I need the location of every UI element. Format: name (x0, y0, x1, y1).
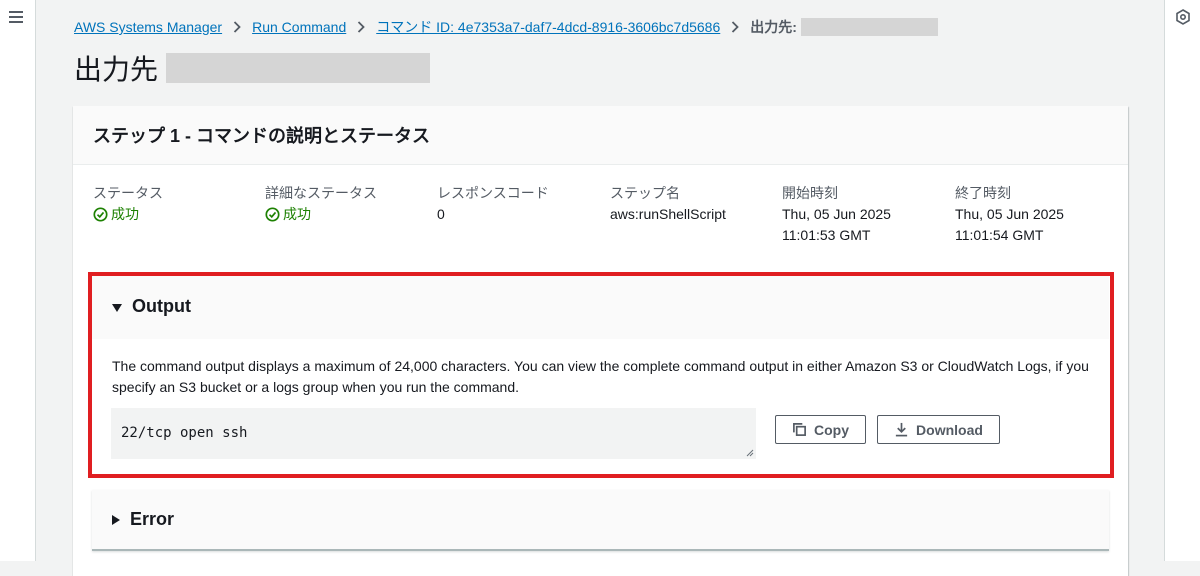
caret-right-icon (112, 509, 120, 530)
detail-value: aws:runShellScript (610, 206, 726, 222)
breadcrumb-command-id[interactable]: コマンド ID: 4e7353a7-daf7-4dcd-8916-3606bc7… (376, 17, 720, 37)
detail-value-time: 11:01:54 GMT (955, 227, 1044, 243)
output-panel: Output The command output displays a max… (92, 272, 1109, 471)
output-content: 22/tcp open ssh (121, 425, 248, 441)
output-toggle[interactable]: Output (92, 273, 1109, 339)
redacted-block (166, 53, 431, 83)
check-circle-icon (93, 207, 108, 222)
detail-start-time: 開始時刻 Thu, 05 Jun 2025 11:01:53 GMT (782, 183, 891, 246)
breadcrumb-current: 出力先: (750, 19, 797, 35)
copy-icon (793, 423, 806, 436)
error-title: Error (130, 509, 175, 529)
right-rail (1164, 0, 1200, 561)
step-details: ステータス 成功 詳細なステータス 成功 レスポンスコード 0 ステップ名 aw… (73, 165, 1128, 265)
status-value: 成功 (265, 204, 377, 225)
detail-label: レスポンスコード (437, 185, 549, 201)
page-title-text: 出力先 (74, 54, 159, 85)
status-text: 成功 (283, 206, 311, 222)
detail-value: Thu, 05 Jun 2025 (955, 206, 1064, 222)
page-title: 出力先 (74, 52, 431, 85)
chevron-right-icon (731, 21, 740, 33)
breadcrumb-systems-manager[interactable]: AWS Systems Manager (74, 19, 222, 35)
redacted-block (800, 18, 938, 36)
status-text: 成功 (111, 206, 139, 222)
detail-end-time: 終了時刻 Thu, 05 Jun 2025 11:01:54 GMT (955, 183, 1064, 246)
download-label: Download (916, 421, 983, 438)
detail-label: 開始時刻 (782, 185, 838, 201)
check-circle-icon (265, 207, 280, 222)
output-description: The command output displays a maximum of… (112, 358, 1089, 395)
copy-label: Copy (814, 421, 849, 438)
chevron-right-icon (233, 21, 241, 33)
download-icon (895, 422, 908, 437)
left-rail (0, 0, 36, 561)
status-value: 成功 (93, 204, 163, 225)
detail-value: Thu, 05 Jun 2025 (782, 206, 891, 222)
output-textarea[interactable]: 22/tcp open ssh (111, 408, 756, 459)
breadcrumb-run-command[interactable]: Run Command (252, 19, 346, 35)
detail-detailed-status: 詳細なステータス 成功 (265, 183, 377, 225)
output-title: Output (132, 295, 191, 316)
download-button[interactable]: Download (877, 415, 1000, 444)
resize-grip-icon[interactable] (746, 449, 754, 457)
error-toggle[interactable]: Error (92, 490, 1109, 551)
settings-hex-icon[interactable] (1176, 9, 1190, 25)
detail-label: 終了時刻 (955, 185, 1011, 201)
caret-down-icon (112, 296, 122, 317)
step-header: ステップ 1 - コマンドの説明とステータス (73, 106, 1128, 165)
breadcrumb: AWS Systems Manager Run Command コマンド ID:… (74, 18, 938, 36)
chevron-right-icon (357, 21, 366, 33)
detail-response-code: レスポンスコード 0 (437, 183, 549, 225)
menu-icon[interactable] (9, 11, 23, 23)
copy-button[interactable]: Copy (775, 415, 866, 444)
detail-value: 0 (437, 206, 445, 222)
detail-label: 詳細なステータス (265, 185, 377, 201)
detail-label: ステップ名 (610, 185, 680, 201)
detail-value-time: 11:01:53 GMT (782, 227, 871, 243)
detail-status: ステータス 成功 (93, 183, 163, 225)
detail-step-name: ステップ名 aws:runShellScript (610, 183, 726, 225)
detail-label: ステータス (93, 185, 163, 201)
